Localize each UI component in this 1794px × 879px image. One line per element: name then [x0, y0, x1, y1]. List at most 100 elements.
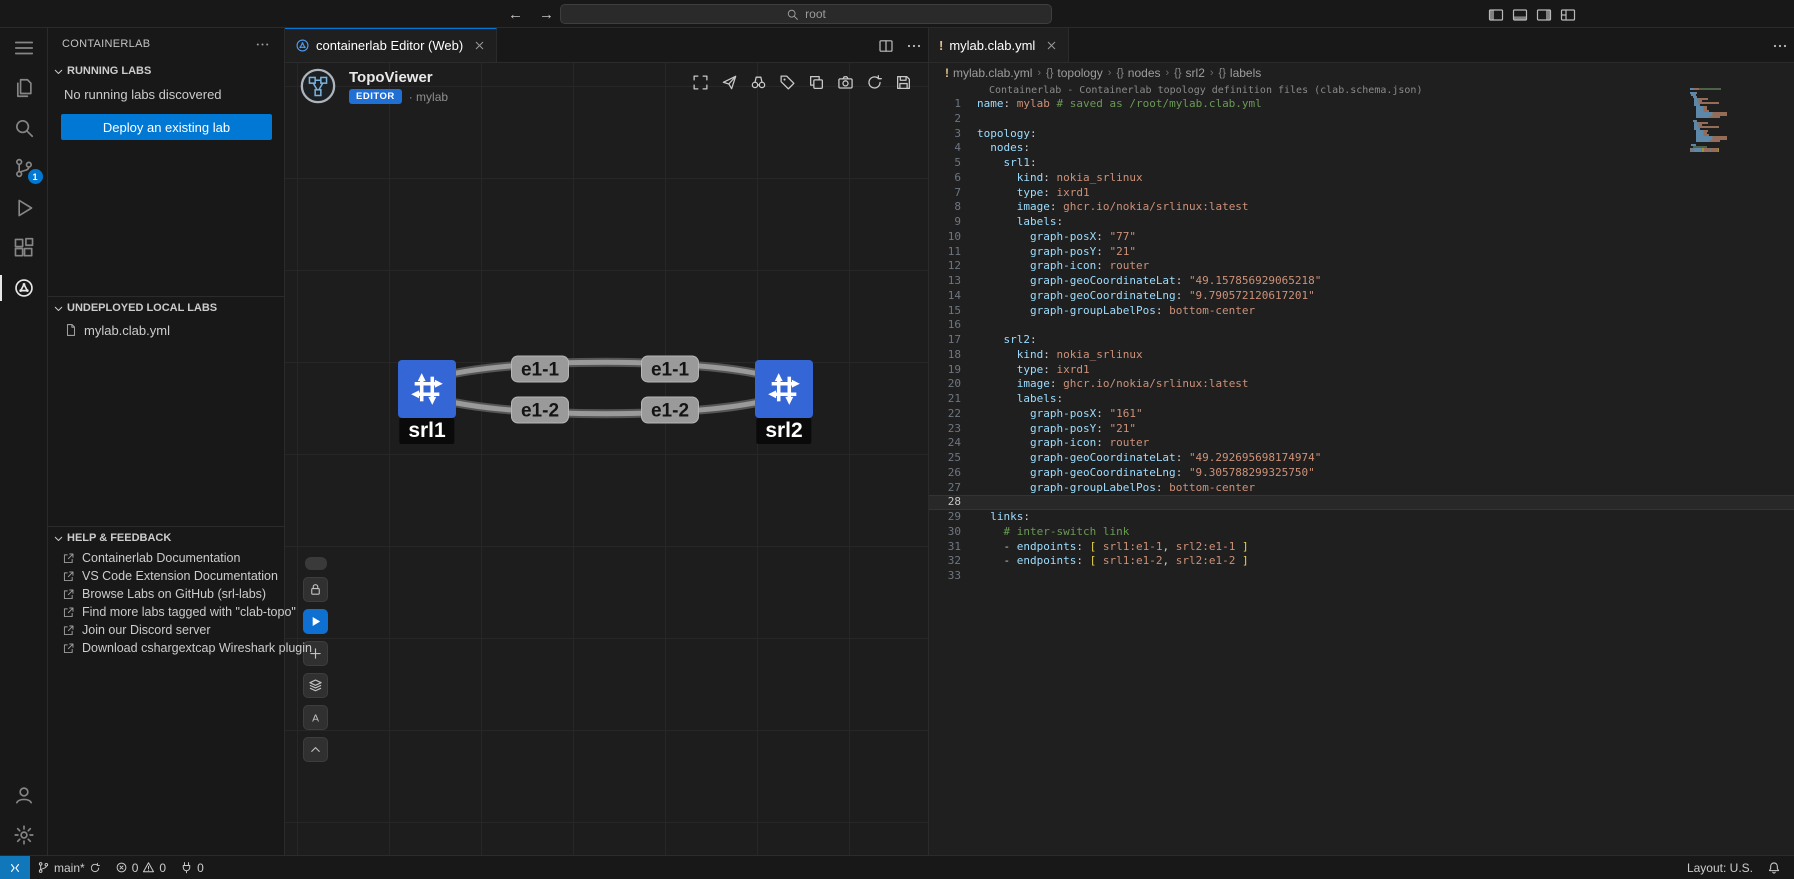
- undeployed-labs-header[interactable]: UNDEPLOYED LOCAL LABS: [48, 297, 284, 319]
- notifications-bell[interactable]: [1760, 861, 1788, 875]
- activity-item-search[interactable]: [0, 108, 48, 148]
- deploy-lab-button[interactable]: Deploy an existing lab: [61, 114, 272, 140]
- code-line-15[interactable]: 15 graph-groupLabelPos: bottom-center: [929, 304, 1794, 319]
- command-center[interactable]: root: [560, 4, 1052, 24]
- code-line-7[interactable]: 7 type: ixrd1: [929, 186, 1794, 201]
- more-actions-icon[interactable]: [1772, 38, 1788, 54]
- code-line-6[interactable]: 6 kind: nokia_srlinux: [929, 171, 1794, 186]
- code-line-16[interactable]: 16: [929, 318, 1794, 333]
- code-line-27[interactable]: 27 graph-groupLabelPos: bottom-center: [929, 481, 1794, 496]
- breadcrumb-item[interactable]: {}labels: [1219, 66, 1262, 80]
- refresh-icon[interactable]: [865, 73, 883, 91]
- code-line-23[interactable]: 23 graph-posY: "21": [929, 422, 1794, 437]
- activity-item-source-control[interactable]: 1: [0, 148, 48, 188]
- canvas-tool-layers[interactable]: [303, 673, 328, 698]
- code-line-26[interactable]: 26 graph-geoCoordinateLng: "9.3057882993…: [929, 466, 1794, 481]
- activity-item-explorer[interactable]: [0, 68, 48, 108]
- tab-containerlab-editor[interactable]: containerlab Editor (Web): [285, 28, 497, 62]
- topology-canvas[interactable]: TopoViewer EDITOR · mylab srl1srl2 e1-1e…: [285, 63, 928, 855]
- help-link[interactable]: Download cshargextcap Wireshark plugin: [48, 639, 284, 657]
- code-line-11[interactable]: 11 graph-posY: "21": [929, 245, 1794, 260]
- remote-indicator[interactable]: [0, 856, 30, 879]
- code-line-33[interactable]: 33: [929, 569, 1794, 584]
- code-line-28[interactable]: 28: [929, 495, 1794, 510]
- edge-label[interactable]: e1-1: [641, 356, 699, 383]
- code-line-18[interactable]: 18 kind: nokia_srlinux: [929, 348, 1794, 363]
- toolbar-drag-handle[interactable]: [305, 557, 327, 570]
- help-link[interactable]: VS Code Extension Documentation: [48, 567, 284, 585]
- canvas-tool-play[interactable]: [303, 609, 328, 634]
- help-feedback-header[interactable]: HELP & FEEDBACK: [48, 527, 284, 549]
- activity-item-settings[interactable]: [0, 815, 48, 855]
- yaml-code-editor[interactable]: Containerlab - Containerlab topology def…: [929, 83, 1794, 855]
- save-icon[interactable]: [894, 73, 912, 91]
- code-line-30[interactable]: 30 # inter-switch link: [929, 525, 1794, 540]
- canvas-tool-lock[interactable]: [303, 577, 328, 602]
- activity-item-menu[interactable]: [0, 28, 48, 68]
- help-link[interactable]: Browse Labs on GitHub (srl-labs): [48, 585, 284, 603]
- fullscreen-icon[interactable]: [691, 73, 709, 91]
- code-line-13[interactable]: 13 graph-geoCoordinateLat: "49.157856929…: [929, 274, 1794, 289]
- running-labs-header[interactable]: RUNNING LABS: [48, 60, 284, 82]
- activity-item-account[interactable]: [0, 775, 48, 815]
- problems-status[interactable]: 0 0: [108, 856, 173, 879]
- code-line-4[interactable]: 4 nodes:: [929, 141, 1794, 156]
- more-actions-icon[interactable]: [906, 38, 922, 54]
- split-editor-icon[interactable]: [878, 38, 894, 54]
- code-line-19[interactable]: 19 type: ixrd1: [929, 363, 1794, 378]
- nav-forward-icon[interactable]: →: [539, 6, 554, 23]
- send-icon[interactable]: [720, 73, 738, 91]
- code-line-25[interactable]: 25 graph-geoCoordinateLat: "49.292695698…: [929, 451, 1794, 466]
- activity-item-run-debug[interactable]: [0, 188, 48, 228]
- nav-back-icon[interactable]: ←: [508, 6, 523, 23]
- code-line-9[interactable]: 9 labels:: [929, 215, 1794, 230]
- tab-mylab-clab-yml[interactable]: ! mylab.clab.yml: [929, 28, 1069, 62]
- breadcrumb-item[interactable]: {}topology: [1046, 66, 1103, 80]
- code-line-3[interactable]: 3topology:: [929, 127, 1794, 142]
- breadcrumb-item[interactable]: {}srl2: [1174, 66, 1205, 80]
- find-icon[interactable]: [749, 73, 767, 91]
- activity-item-containerlab[interactable]: [0, 268, 48, 308]
- code-line-8[interactable]: 8 image: ghcr.io/nokia/srlinux:latest: [929, 200, 1794, 215]
- code-line-20[interactable]: 20 image: ghcr.io/nokia/srlinux:latest: [929, 377, 1794, 392]
- code-line-17[interactable]: 17 srl2:: [929, 333, 1794, 348]
- layout-right-icon[interactable]: [1535, 6, 1552, 23]
- help-link[interactable]: Join our Discord server: [48, 621, 284, 639]
- activity-item-extensions[interactable]: [0, 228, 48, 268]
- code-line-1[interactable]: 1name: mylab # saved as /root/mylab.clab…: [929, 97, 1794, 112]
- canvas-tool-letter-a[interactable]: A: [303, 705, 328, 730]
- breadcrumb-item[interactable]: {}nodes: [1116, 66, 1160, 80]
- keyboard-layout-status[interactable]: Layout: U.S.: [1680, 861, 1760, 875]
- layout-panel-icon[interactable]: [1511, 6, 1528, 23]
- code-line-31[interactable]: 31 - endpoints: [ srl1:e1-1, srl2:e1-1 ]: [929, 540, 1794, 555]
- camera-icon[interactable]: [836, 73, 854, 91]
- help-link[interactable]: Find more labs tagged with "clab-topo": [48, 603, 284, 621]
- minimap[interactable]: [1690, 88, 1752, 154]
- branch-status[interactable]: main*: [30, 856, 108, 879]
- edge-label[interactable]: e1-2: [641, 397, 699, 424]
- code-line-32[interactable]: 32 - endpoints: [ srl1:e1-2, srl2:e1-2 ]: [929, 554, 1794, 569]
- copy-icon[interactable]: [807, 73, 825, 91]
- code-line-24[interactable]: 24 graph-icon: router: [929, 436, 1794, 451]
- breadcrumb-item[interactable]: !mylab.clab.yml: [945, 66, 1032, 80]
- topology-node-srl2[interactable]: [755, 360, 813, 418]
- canvas-tool-chevron-up[interactable]: [303, 737, 328, 762]
- ports-status[interactable]: 0: [173, 856, 211, 879]
- code-line-10[interactable]: 10 graph-posX: "77": [929, 230, 1794, 245]
- close-icon[interactable]: [1045, 39, 1058, 52]
- code-line-5[interactable]: 5 srl1:: [929, 156, 1794, 171]
- help-link[interactable]: Containerlab Documentation: [48, 549, 284, 567]
- tag-icon[interactable]: [778, 73, 796, 91]
- code-line-21[interactable]: 21 labels:: [929, 392, 1794, 407]
- layout-custom-icon[interactable]: [1559, 6, 1576, 23]
- edge-label[interactable]: e1-2: [511, 397, 569, 424]
- sidebar-more-icon[interactable]: [255, 37, 270, 52]
- lab-file-item[interactable]: mylab.clab.yml: [48, 319, 284, 341]
- code-line-12[interactable]: 12 graph-icon: router: [929, 259, 1794, 274]
- code-line-29[interactable]: 29 links:: [929, 510, 1794, 525]
- code-line-14[interactable]: 14 graph-geoCoordinateLng: "9.7905721206…: [929, 289, 1794, 304]
- code-line-22[interactable]: 22 graph-posX: "161": [929, 407, 1794, 422]
- close-icon[interactable]: [473, 39, 486, 52]
- layout-left-icon[interactable]: [1487, 6, 1504, 23]
- topology-node-srl1[interactable]: [398, 360, 456, 418]
